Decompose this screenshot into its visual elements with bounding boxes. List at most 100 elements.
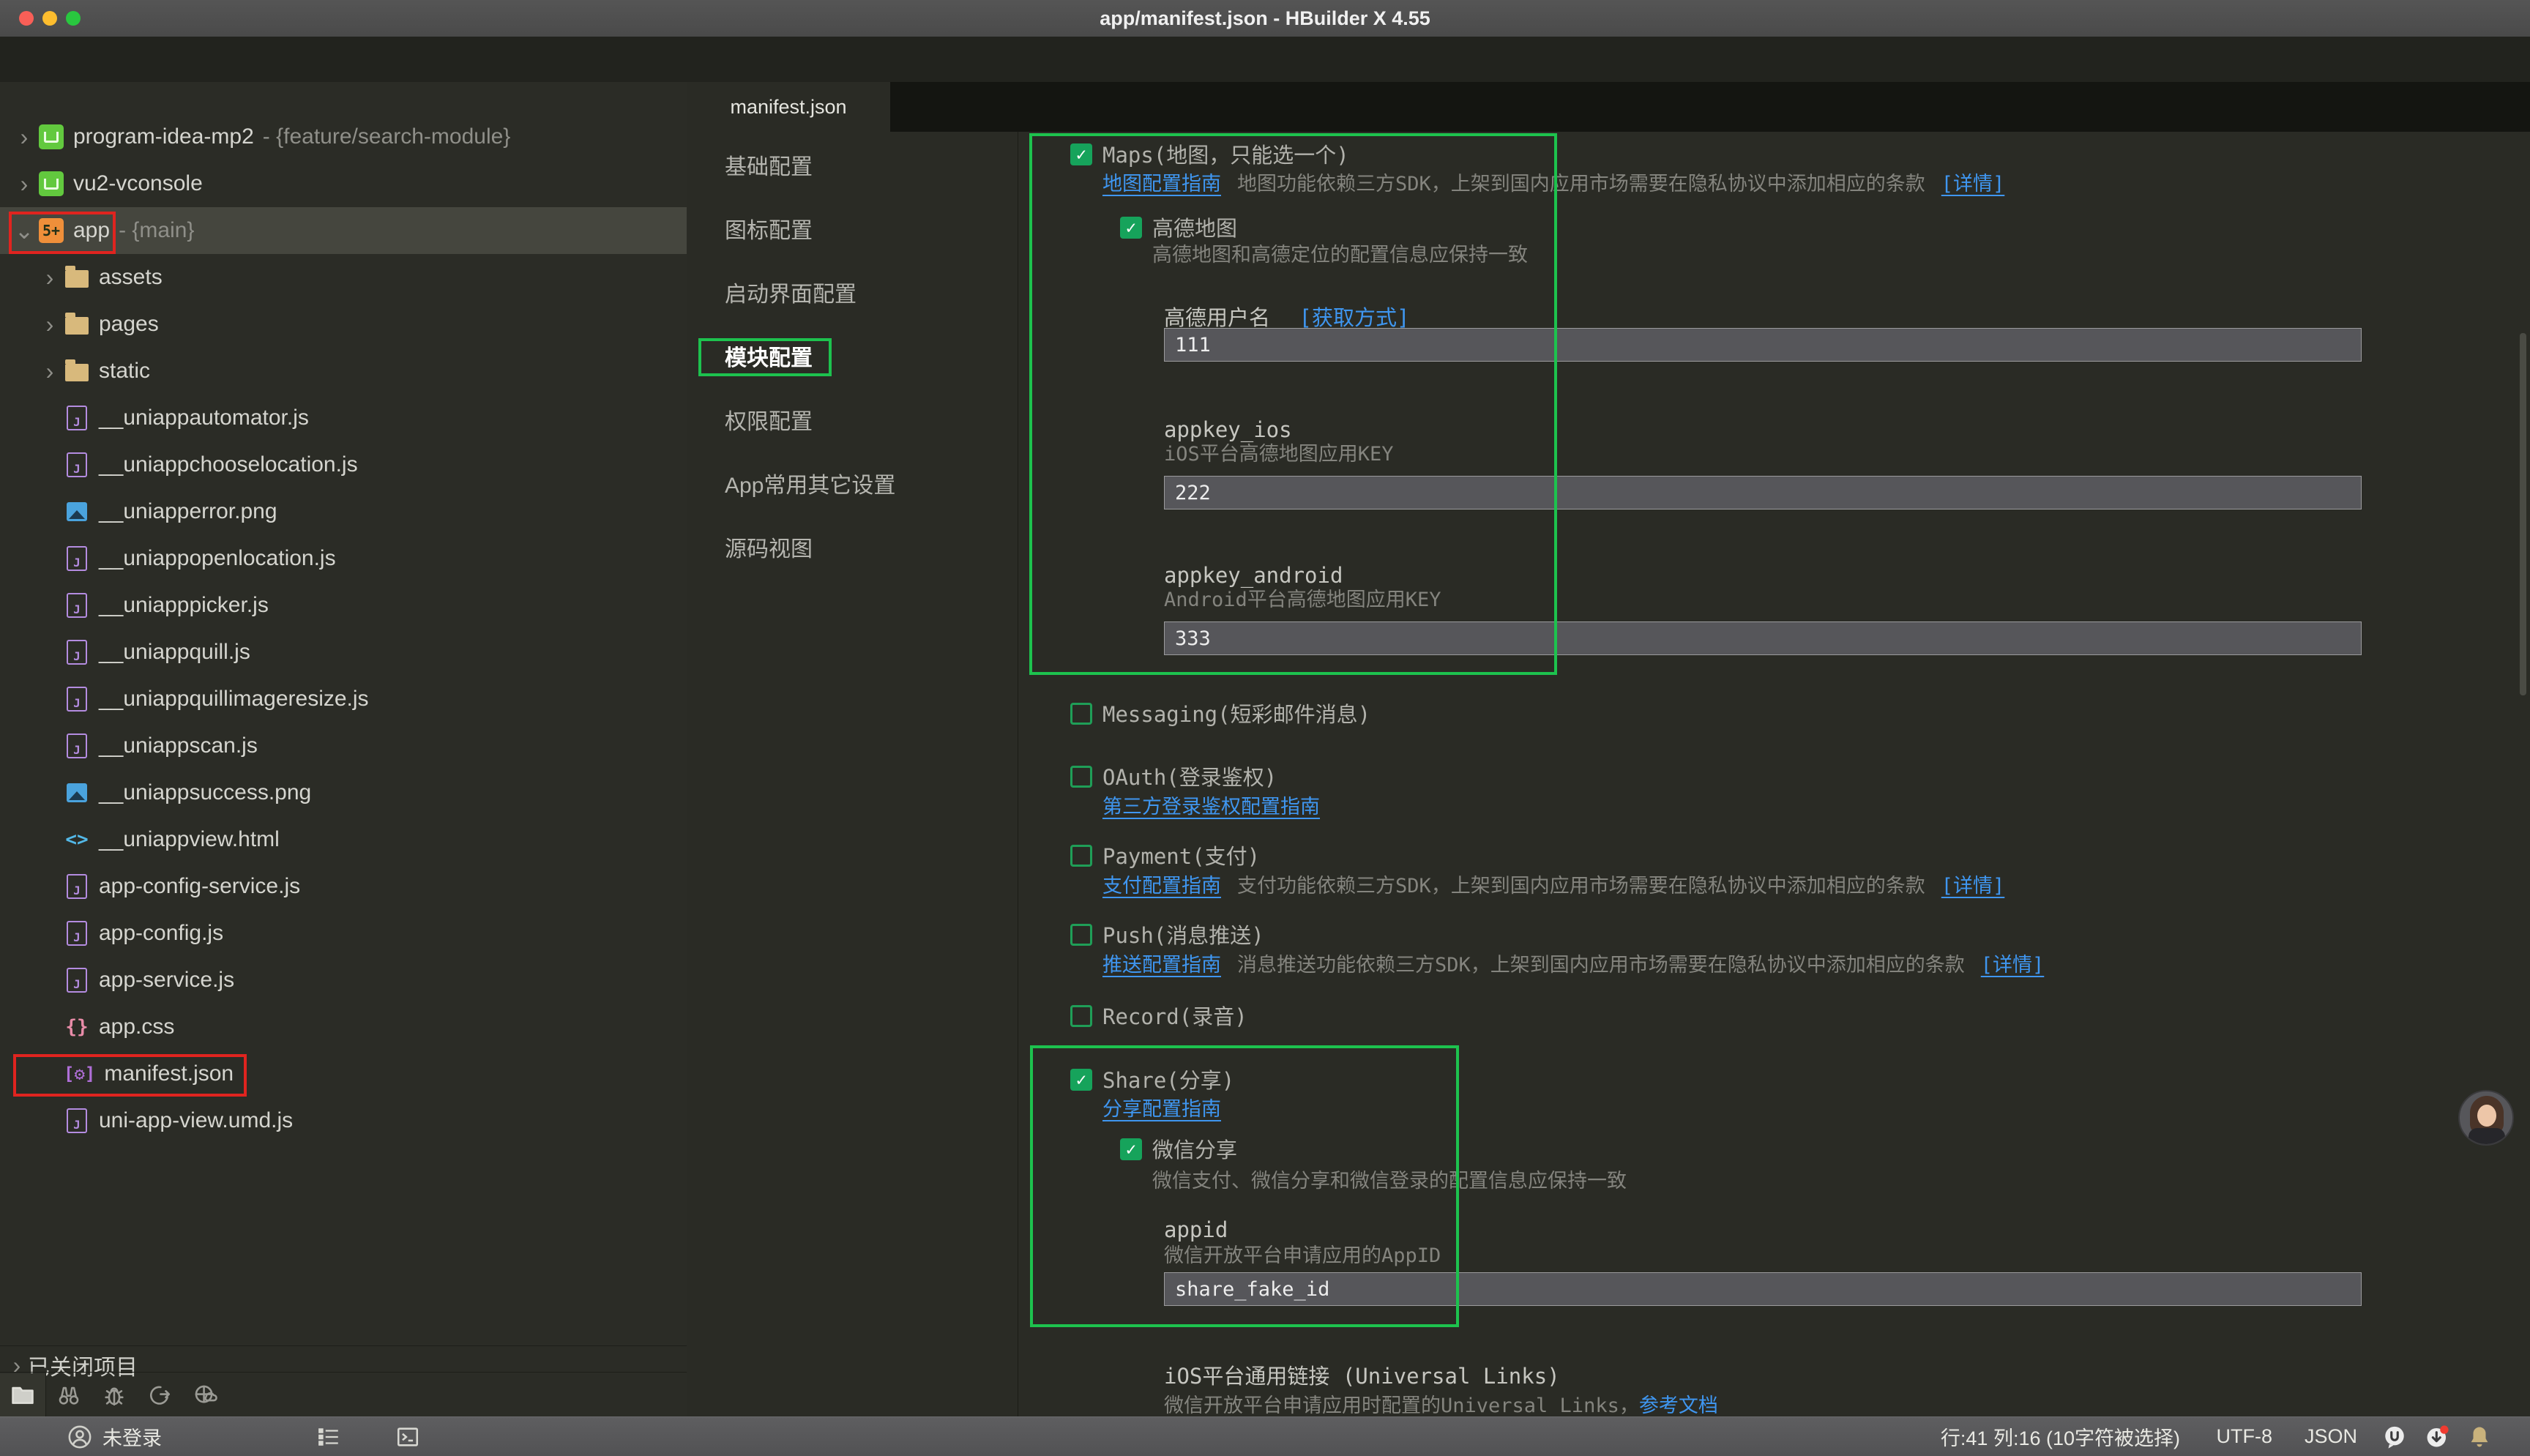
- notification-button[interactable]: [2467, 1417, 2492, 1456]
- tree-item-label: program-idea-mp2: [73, 124, 254, 149]
- main-toolbar: 5+ › {main} app › manifest.json 预览: [0, 37, 2530, 83]
- syntax-indicator[interactable]: JSON: [2305, 1417, 2357, 1456]
- update-button[interactable]: [2425, 1417, 2449, 1456]
- tab-manifest-json[interactable]: manifest.json: [687, 82, 890, 132]
- tree-item-__uniappquill.js[interactable]: J__uniappquill.js: [0, 629, 687, 676]
- record-checkbox[interactable]: [1070, 1005, 1092, 1027]
- wechat-share-checkbox[interactable]: ✓: [1120, 1138, 1142, 1160]
- tree-item-manifest.json[interactable]: [⚙]manifest.json: [0, 1050, 687, 1097]
- bug-icon: [102, 1383, 127, 1408]
- chevron-right-icon[interactable]: ›: [13, 126, 35, 148]
- amap-label: 高德地图: [1152, 217, 1237, 239]
- payment-guide-link[interactable]: 支付配置指南: [1102, 875, 1221, 897]
- payment-guide-row: 支付配置指南支付功能依赖三方SDK，上架到国内应用市场需要在隐私协议中添加相应的…: [1102, 876, 2004, 897]
- tree-item-uni-app-view.umd.js[interactable]: Juni-app-view.umd.js: [0, 1097, 687, 1144]
- amap-user-input[interactable]: [1164, 328, 2362, 362]
- tree-item-program-idea-mp2[interactable]: ›program-idea-mp2- {feature/search-modul…: [0, 113, 687, 160]
- tree-item-__uniappview.html[interactable]: <>__uniappview.html: [0, 816, 687, 863]
- push-checkbox[interactable]: [1070, 924, 1092, 946]
- chevron-down-icon[interactable]: ⌄: [13, 220, 35, 242]
- tree-item-__uniappchooselocation.js[interactable]: J__uniappchooselocation.js: [0, 441, 687, 488]
- amap-user-label: 高德用户名: [1164, 305, 1270, 330]
- tree-item-__uniappquillimageresize.js[interactable]: J__uniappquillimageresize.js: [0, 676, 687, 723]
- manifest-nav-panel: 基础配置图标配置启动界面配置模块配置权限配置App常用其它设置源码视图: [687, 132, 1018, 1416]
- tree-item-static[interactable]: ›static: [0, 348, 687, 395]
- tree-item-pages[interactable]: ›pages: [0, 301, 687, 348]
- editor-scrollbar[interactable]: [2520, 333, 2526, 695]
- html-file-icon: <>: [65, 827, 88, 852]
- tree-item-app[interactable]: ⌄5+app- {main}: [0, 207, 687, 254]
- amap-user-howto-link[interactable]: [获取方式]: [1299, 305, 1409, 330]
- uni-bubble-button[interactable]: [2382, 1417, 2407, 1456]
- encoding-indicator[interactable]: UTF-8: [2217, 1417, 2273, 1456]
- appkey-android-input[interactable]: [1164, 621, 2362, 655]
- push-guide-link[interactable]: 推送配置指南: [1102, 954, 1221, 977]
- tree-item-app.css[interactable]: {}app.css: [0, 1004, 687, 1050]
- js-file-icon: J: [67, 546, 87, 571]
- maps-detail-link[interactable]: [详情]: [1941, 173, 2005, 195]
- maps-checkbox[interactable]: ✓: [1070, 143, 1092, 165]
- amap-checkbox[interactable]: ✓: [1120, 217, 1142, 239]
- chevron-right-icon[interactable]: ›: [39, 360, 61, 382]
- messaging-checkbox[interactable]: [1070, 703, 1092, 725]
- tree-item-app-config.js[interactable]: Japp-config.js: [0, 910, 687, 957]
- manifest-nav-App常用其它设置[interactable]: App常用其它设置: [725, 454, 895, 518]
- tree-item-assets[interactable]: ›assets: [0, 254, 687, 301]
- login-label: 未登录: [102, 1422, 162, 1451]
- manifest-nav-模块配置[interactable]: 模块配置: [725, 326, 813, 390]
- login-status[interactable]: 未登录: [67, 1417, 162, 1456]
- outline-button[interactable]: [316, 1417, 341, 1456]
- tree-item-label: uni-app-view.umd.js: [99, 1108, 293, 1133]
- tree-item-__uniappsuccess.png[interactable]: __uniappsuccess.png: [0, 769, 687, 816]
- tab-web[interactable]: [182, 1373, 228, 1417]
- tree-item-vu2-vconsole[interactable]: › vu2-vconsole: [0, 160, 687, 207]
- tree-item-__uniappscan.js[interactable]: J__uniappscan.js: [0, 723, 687, 769]
- chevron-right-icon[interactable]: ›: [13, 173, 35, 195]
- share-appid-input[interactable]: [1164, 1272, 2362, 1306]
- title-bar: app/manifest.json - HBuilder X 4.55: [0, 0, 2530, 37]
- avatar[interactable]: [2458, 1090, 2514, 1146]
- cursor-position[interactable]: 行:41 列:16 (10字符被选择): [1941, 1417, 2180, 1456]
- payment-checkbox[interactable]: [1070, 845, 1092, 867]
- js-file-icon: J: [67, 640, 87, 665]
- tree-item-label: __uniappquillimageresize.js: [99, 687, 369, 712]
- tree-item-app-service.js[interactable]: Japp-service.js: [0, 957, 687, 1004]
- tree-item-app-config-service.js[interactable]: Japp-config-service.js: [0, 863, 687, 910]
- tree-item-__uniappautomator.js[interactable]: J__uniappautomator.js: [0, 395, 687, 441]
- appkey-ios-input[interactable]: [1164, 476, 2362, 509]
- manifest-nav-图标配置[interactable]: 图标配置: [725, 199, 813, 263]
- tree-item-label: vu2-vconsole: [73, 171, 203, 196]
- manifest-nav-源码视图[interactable]: 源码视图: [725, 518, 813, 581]
- tree-item-label: app-config.js: [99, 921, 223, 946]
- tab-publish[interactable]: [137, 1373, 182, 1417]
- folder-icon: [65, 364, 89, 381]
- maps-guide-link[interactable]: 地图配置指南: [1102, 173, 1221, 195]
- chevron-right-icon[interactable]: ›: [39, 266, 61, 288]
- share-checkbox[interactable]: ✓: [1070, 1069, 1092, 1091]
- manifest-nav-权限配置[interactable]: 权限配置: [725, 390, 813, 454]
- manifest-nav-基础配置[interactable]: 基础配置: [725, 135, 813, 199]
- tree-item-branch-suffix: - {main}: [119, 218, 194, 243]
- tree-item-__uniapppicker.js[interactable]: J__uniapppicker.js: [0, 582, 687, 629]
- tree-item-__uniapperror.png[interactable]: __uniapperror.png: [0, 488, 687, 535]
- universal-links-doc-link[interactable]: 参考文档: [1639, 1395, 1718, 1417]
- oauth-guide-link[interactable]: 第三方登录鉴权配置指南: [1102, 796, 1320, 818]
- messaging-label: Messaging(短彩邮件消息): [1102, 703, 1370, 725]
- manifest-nav-启动界面配置[interactable]: 启动界面配置: [725, 263, 857, 326]
- tab-debug[interactable]: [92, 1373, 137, 1417]
- share-label: Share(分享): [1102, 1069, 1234, 1091]
- tree-item-__uniappopenlocation.js[interactable]: J__uniappopenlocation.js: [0, 535, 687, 582]
- tab-files[interactable]: [0, 1373, 46, 1417]
- payment-detail-link[interactable]: [详情]: [1941, 875, 2005, 897]
- oauth-checkbox[interactable]: [1070, 766, 1092, 788]
- tree-item-label: manifest.json: [104, 1061, 234, 1086]
- chevron-right-icon[interactable]: ›: [39, 313, 61, 335]
- tree-item-label: __uniappautomator.js: [99, 406, 309, 430]
- uniapp-project-icon: [39, 124, 64, 149]
- publish-icon: [147, 1383, 172, 1408]
- share-guide-link[interactable]: 分享配置指南: [1102, 1098, 1221, 1121]
- amap-user-label-row: 高德用户名 [获取方式]: [1164, 307, 1409, 329]
- tab-search[interactable]: [46, 1373, 92, 1417]
- push-detail-link[interactable]: [详情]: [1981, 954, 2045, 977]
- terminal-button[interactable]: [395, 1417, 420, 1456]
